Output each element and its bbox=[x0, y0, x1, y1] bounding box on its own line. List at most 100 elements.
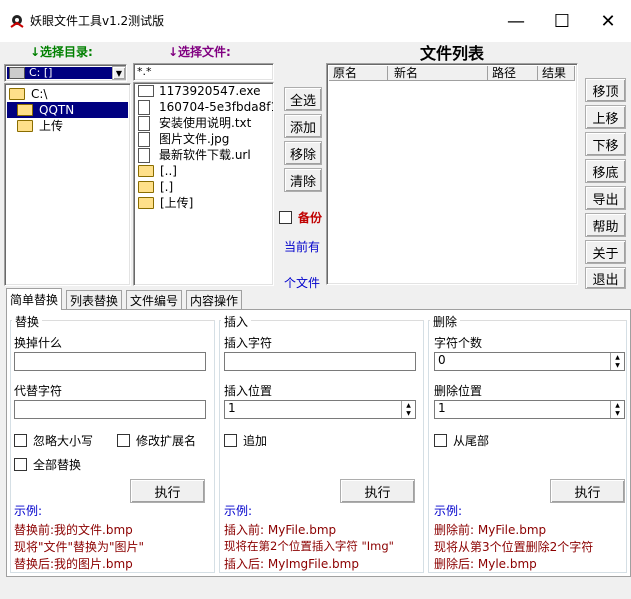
file-icon bbox=[138, 99, 150, 115]
delete-group-label: 删除 bbox=[430, 313, 461, 330]
close-button[interactable]: ✕ bbox=[585, 0, 631, 42]
minimize-button[interactable]: — bbox=[493, 0, 539, 42]
folder-icon bbox=[17, 120, 33, 132]
dir-label: ↓选择目录: bbox=[30, 45, 93, 59]
insert-example-label: 示例: bbox=[224, 504, 253, 518]
tab-simple-replace[interactable]: 简单替换 bbox=[6, 288, 63, 310]
tab-content-ops[interactable]: 内容操作 bbox=[186, 290, 243, 310]
move-up-button[interactable]: 上移 bbox=[585, 105, 626, 129]
insert-example-3: 插入后: MyImgFile.bmp bbox=[224, 557, 359, 571]
change-ext-checkbox[interactable]: 修改扩展名 bbox=[117, 432, 196, 449]
current-count-label: 当前有 bbox=[284, 240, 321, 254]
delete-count-input[interactable]: 0 ▲ ▼ bbox=[434, 352, 625, 371]
file-item[interactable]: 1173920547.exe bbox=[136, 83, 260, 99]
window-title: 妖眼文件工具v1.2测试版 bbox=[30, 14, 165, 28]
file-icon bbox=[138, 131, 150, 147]
folder-icon bbox=[138, 181, 154, 193]
checkbox-icon bbox=[434, 434, 447, 447]
replace-example-label: 示例: bbox=[14, 504, 43, 518]
export-button[interactable]: 导出 bbox=[585, 186, 626, 210]
folder-icon bbox=[138, 165, 154, 177]
dir-item-selected[interactable]: QQTN bbox=[7, 102, 128, 118]
ignore-case-checkbox[interactable]: 忽略大小写 bbox=[14, 432, 93, 449]
remove-button[interactable]: 移除 bbox=[284, 141, 322, 165]
exit-button[interactable]: 退出 bbox=[585, 267, 626, 289]
file-filter-input[interactable]: *.* bbox=[133, 63, 274, 81]
dir-item[interactable]: C:\ bbox=[7, 86, 47, 102]
delete-example-3: 删除后: Myle.bmp bbox=[434, 557, 537, 571]
replace-example-1: 替换前:我的文件.bmp bbox=[14, 523, 133, 537]
drive-select[interactable]: C: [] ▼ bbox=[4, 64, 127, 82]
move-top-button[interactable]: 移顶 bbox=[585, 78, 626, 102]
checkbox-icon bbox=[14, 458, 27, 471]
checkbox-icon bbox=[117, 434, 130, 447]
tab-list-replace[interactable]: 列表替换 bbox=[66, 290, 123, 310]
checkbox-icon bbox=[279, 211, 292, 224]
dir-item[interactable]: 上传 bbox=[15, 118, 63, 134]
file-item[interactable]: 图片文件.jpg bbox=[136, 131, 229, 147]
directory-list[interactable]: C:\ QQTN 上传 bbox=[4, 83, 131, 286]
insert-chars-input[interactable] bbox=[224, 352, 416, 371]
file-item[interactable]: 安装使用说明.txt bbox=[136, 115, 251, 131]
checkbox-icon bbox=[14, 434, 27, 447]
delete-pos-input[interactable]: 1 ▲ ▼ bbox=[434, 400, 625, 419]
folder-open-icon bbox=[9, 88, 25, 100]
insert-exec-button[interactable]: 执行 bbox=[340, 479, 415, 503]
replace-example-2: 现将"文件"替换为"图片" bbox=[14, 540, 145, 554]
file-list-view[interactable]: 原名 新名 路径 结果 bbox=[326, 63, 578, 285]
column-result[interactable]: 结果 bbox=[538, 66, 575, 81]
delete-example-2: 现将从第3个位置删除2个字符 bbox=[434, 540, 594, 554]
file-icon bbox=[138, 147, 150, 163]
folder-item[interactable]: [..] bbox=[136, 163, 177, 179]
tab-file-number[interactable]: 文件编号 bbox=[126, 290, 183, 310]
maximize-button[interactable]: ☐ bbox=[539, 0, 585, 42]
insert-example-2: 现将在第2个位置插入字符 "Img" bbox=[224, 539, 394, 553]
exe-file-icon bbox=[138, 85, 154, 97]
folder-icon bbox=[138, 197, 154, 209]
drive-value: C: [] bbox=[29, 66, 53, 79]
checkbox-icon bbox=[224, 434, 237, 447]
insert-pos-input[interactable]: 1 ▲ ▼ bbox=[224, 400, 416, 419]
insert-chars-label: 插入字符 bbox=[224, 336, 273, 350]
help-button[interactable]: 帮助 bbox=[585, 213, 626, 237]
move-bottom-button[interactable]: 移底 bbox=[585, 159, 626, 183]
file-item[interactable]: 最新软件下载.url bbox=[136, 147, 251, 163]
clear-button[interactable]: 清除 bbox=[284, 168, 322, 192]
spinner-arrows-icon[interactable]: ▲ ▼ bbox=[610, 353, 624, 370]
from-end-checkbox[interactable]: 从尾部 bbox=[434, 432, 489, 449]
delete-exec-button[interactable]: 执行 bbox=[550, 479, 625, 503]
file-item[interactable]: 160704-5e3fbda8f11fb.jpg bbox=[136, 99, 273, 115]
append-checkbox[interactable]: 追加 bbox=[224, 432, 267, 449]
chevron-down-icon[interactable]: ▼ bbox=[112, 66, 126, 80]
add-button[interactable]: 添加 bbox=[284, 114, 322, 138]
replace-input[interactable] bbox=[14, 400, 206, 419]
column-new-name[interactable]: 新名 bbox=[388, 66, 488, 81]
file-list[interactable]: 1173920547.exe 160704-5e3fbda8f11fb.jpg … bbox=[133, 82, 274, 286]
backup-checkbox[interactable]: 备份 bbox=[279, 209, 322, 226]
replace-exec-button[interactable]: 执行 bbox=[130, 479, 205, 503]
delete-pos-label: 删除位置 bbox=[434, 384, 483, 398]
column-original[interactable]: 原名 bbox=[329, 66, 388, 81]
replace-example-3: 替换后:我的图片.bmp bbox=[14, 557, 133, 571]
list-header: 原名 新名 路径 结果 bbox=[329, 66, 575, 81]
file-count-label: 个文件 bbox=[284, 276, 321, 290]
spinner-arrows-icon[interactable]: ▲ ▼ bbox=[610, 401, 624, 418]
list-title: 文件列表 bbox=[420, 44, 485, 63]
find-input[interactable] bbox=[14, 352, 206, 371]
replace-group-label: 替换 bbox=[12, 313, 43, 330]
select-all-button[interactable]: 全选 bbox=[284, 87, 322, 111]
about-button[interactable]: 关于 bbox=[585, 240, 626, 264]
delete-example-label: 示例: bbox=[434, 504, 463, 518]
file-icon bbox=[138, 115, 150, 131]
drive-icon bbox=[9, 67, 25, 79]
insert-pos-label: 插入位置 bbox=[224, 384, 273, 398]
replace-all-checkbox[interactable]: 全部替换 bbox=[14, 456, 81, 473]
move-down-button[interactable]: 下移 bbox=[585, 132, 626, 156]
column-path[interactable]: 路径 bbox=[488, 66, 538, 81]
folder-item[interactable]: [.] bbox=[136, 179, 173, 195]
delete-example-1: 删除前: MyFile.bmp bbox=[434, 523, 547, 537]
insert-example-1: 插入前: MyFile.bmp bbox=[224, 523, 337, 537]
spinner-arrows-icon[interactable]: ▲ ▼ bbox=[401, 401, 415, 418]
folder-item[interactable]: [上传] bbox=[136, 195, 193, 211]
file-label: ↓选择文件: bbox=[168, 45, 231, 59]
